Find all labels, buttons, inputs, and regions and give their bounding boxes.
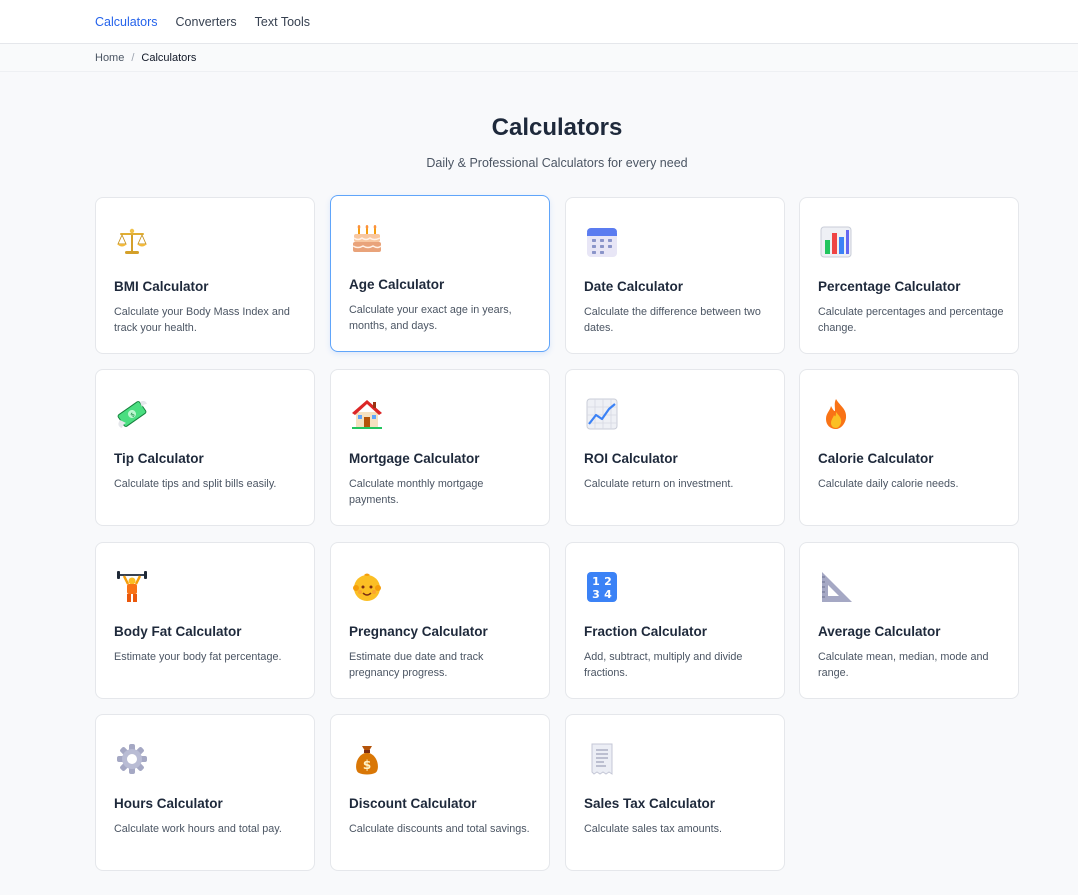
nav-calculators-link[interactable]: Calculators <box>95 15 158 29</box>
card-description: Calculate daily calorie needs. <box>818 478 959 490</box>
card-description: Calculate tips and split bills easily. <box>114 478 277 490</box>
money-bag-icon: $ <box>349 741 385 777</box>
card-title: Calorie Calculator <box>818 451 934 466</box>
card-description: Add, subtract, multiply and divide fract… <box>584 651 743 679</box>
card-tip-calculator[interactable]: $ Tip Calculator Calculate tips and spli… <box>95 369 315 526</box>
card-title: Hours Calculator <box>114 796 223 811</box>
card-description: Calculate work hours and total pay. <box>114 823 282 835</box>
card-description: Calculate the difference between two dat… <box>584 306 761 334</box>
card-title: Discount Calculator <box>349 796 477 811</box>
receipt-icon <box>584 741 620 777</box>
card-description: Calculate your exact age in years, month… <box>349 304 512 332</box>
gear-icon <box>114 741 150 777</box>
scales-icon <box>114 224 150 260</box>
card-title: Age Calculator <box>349 277 445 292</box>
breadcrumb: Home / Calculators <box>0 44 1078 72</box>
breadcrumb-separator: / <box>131 51 135 64</box>
card-title: Pregnancy Calculator <box>349 624 488 639</box>
card-title: Tip Calculator <box>114 451 204 466</box>
card-age-calculator[interactable]: Age Calculator Calculate your exact age … <box>330 195 550 352</box>
card-mortgage-calculator[interactable]: Mortgage Calculator Calculate monthly mo… <box>330 369 550 526</box>
card-description: Calculate percentages and percentage cha… <box>818 306 1004 334</box>
card-description: Calculate return on investment. <box>584 478 734 490</box>
card-date-calculator[interactable]: Date Calculator Calculate the difference… <box>565 197 785 354</box>
card-percentage-calculator[interactable]: Percentage Calculator Calculate percenta… <box>799 197 1019 354</box>
card-calorie-calculator[interactable]: Calorie Calculator Calculate daily calor… <box>799 369 1019 526</box>
card-title: Average Calculator <box>818 624 941 639</box>
triangular-ruler-icon <box>818 569 854 605</box>
card-fraction-calculator[interactable]: 12 34 Fraction Calculator Add, subtract,… <box>565 542 785 699</box>
calendar-icon <box>584 224 620 260</box>
nav-text-tools-link[interactable]: Text Tools <box>255 15 310 29</box>
svg-text:4: 4 <box>604 588 612 601</box>
card-description: Estimate due date and track pregnancy pr… <box>349 651 484 679</box>
svg-text:$: $ <box>363 758 371 772</box>
bar-chart-icon <box>818 224 854 260</box>
card-description: Estimate your body fat percentage. <box>114 651 282 663</box>
top-nav: Calculators Converters Text Tools <box>0 0 1078 44</box>
breadcrumb-home-link[interactable]: Home <box>95 52 124 64</box>
breadcrumb-current: Calculators <box>141 51 197 64</box>
card-roi-calculator[interactable]: ROI Calculator Calculate return on inves… <box>565 369 785 526</box>
card-title: Percentage Calculator <box>818 279 961 294</box>
weightlifter-icon <box>114 569 150 605</box>
card-description: Calculate discounts and total savings. <box>349 823 530 835</box>
card-title: ROI Calculator <box>584 451 678 466</box>
card-description: Calculate your Body Mass Index and track… <box>114 306 290 334</box>
numbers-1234-icon: 12 34 <box>584 569 620 605</box>
card-description: Calculate sales tax amounts. <box>584 823 723 835</box>
card-title: BMI Calculator <box>114 279 209 294</box>
page-subtitle: Daily & Professional Calculators for eve… <box>426 156 688 170</box>
page-title: Calculators <box>491 114 623 141</box>
trending-up-chart-icon <box>584 396 620 432</box>
nav-converters-link[interactable]: Converters <box>176 15 237 29</box>
baby-icon <box>349 569 385 605</box>
card-average-calculator[interactable]: Average Calculator Calculate mean, media… <box>799 542 1019 699</box>
card-title: Date Calculator <box>584 279 684 294</box>
card-body-fat-calculator[interactable]: Body Fat Calculator Estimate your body f… <box>95 542 315 699</box>
card-title: Sales Tax Calculator <box>584 796 716 811</box>
card-title: Fraction Calculator <box>584 624 708 639</box>
card-pregnancy-calculator[interactable]: Pregnancy Calculator Estimate due date a… <box>330 542 550 699</box>
card-description: Calculate mean, median, mode and range. <box>818 651 989 679</box>
card-hours-calculator[interactable]: Hours Calculator Calculate work hours an… <box>95 714 315 871</box>
card-description: Calculate monthly mortgage payments. <box>349 478 484 506</box>
house-icon <box>349 396 385 432</box>
card-title: Mortgage Calculator <box>349 451 480 466</box>
svg-text:1: 1 <box>592 575 600 588</box>
card-title: Body Fat Calculator <box>114 624 242 639</box>
svg-text:3: 3 <box>592 588 600 601</box>
money-with-wings-icon: $ <box>114 396 150 432</box>
birthday-cake-icon <box>349 222 385 258</box>
fire-icon <box>818 396 854 432</box>
card-sales-tax-calculator[interactable]: Sales Tax Calculator Calculate sales tax… <box>565 714 785 871</box>
card-discount-calculator[interactable]: $ Discount Calculator Calculate discount… <box>330 714 550 871</box>
card-bmi-calculator[interactable]: BMI Calculator Calculate your Body Mass … <box>95 197 315 354</box>
svg-text:2: 2 <box>604 575 612 588</box>
